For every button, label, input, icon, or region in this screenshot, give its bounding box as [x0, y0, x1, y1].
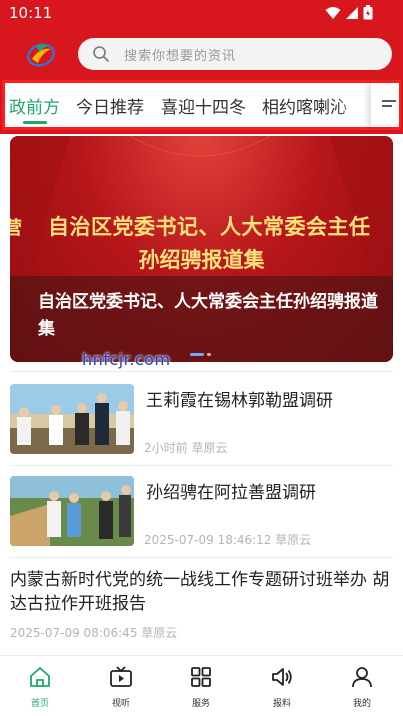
news-thumbnail — [10, 476, 134, 546]
battery-icon — [363, 5, 373, 20]
divider — [10, 557, 393, 558]
news-time: 2025-07-09 18:46:12 — [144, 533, 272, 547]
search-icon — [93, 46, 109, 62]
header: 10:11 搜索你想要的资讯 政前方 今日推荐 喜迎十四冬 相约喀喇沁 — [0, 0, 403, 134]
speaker-icon — [272, 668, 292, 686]
nav-label: 视听 — [111, 699, 130, 709]
nav-label: 首页 — [30, 699, 49, 709]
app-logo-icon[interactable] — [24, 37, 58, 71]
banner-image-text-fragment: 营 — [10, 218, 22, 239]
nav-services[interactable]: 服务 — [161, 656, 241, 716]
news-thumbnail — [10, 384, 134, 454]
news-meta: 2小时前 草原云 — [144, 439, 227, 456]
nav-label: 报料 — [272, 699, 291, 709]
news-item[interactable]: 王莉霞在锡林郭勒盟调研 2小时前 草原云 — [10, 384, 393, 456]
tv-icon — [110, 666, 132, 687]
banner-image-subheadline: 孙绍骋报道集 — [138, 248, 265, 272]
watermark: hnfcjr.com — [82, 350, 171, 369]
nav-label: 我的 — [352, 699, 371, 709]
nav-label: 服务 — [191, 699, 210, 709]
status-icons — [325, 5, 373, 20]
divider — [10, 465, 393, 466]
banner-image-headline: 自治区党委书记、人大常委会主任 — [48, 215, 371, 239]
news-source: 草原云 — [275, 533, 312, 547]
channel-menu-button[interactable] — [371, 83, 399, 127]
status-time: 10:11 — [9, 4, 53, 22]
tab-strip: 政前方 今日推荐 喜迎十四冬 相约喀喇沁 — [5, 83, 369, 127]
divider — [10, 371, 393, 372]
text-news-meta: 2025-07-09 08:06:45 草原云 — [10, 624, 177, 641]
search-input[interactable]: 搜索你想要的资讯 — [124, 45, 236, 64]
status-bar: 10:11 — [0, 0, 403, 28]
bottom-navigation: 首页 视听 服务 报料 我的 — [0, 655, 403, 716]
user-icon — [352, 667, 372, 688]
app-screen: 10:11 搜索你想要的资讯 政前方 今日推荐 喜迎十四冬 相约喀喇沁 营 自治… — [0, 0, 403, 716]
channel-tabs: 政前方 今日推荐 喜迎十四冬 相约喀喇沁 — [2, 80, 401, 130]
grid-icon — [191, 667, 211, 687]
news-time: 2小时前 — [144, 441, 188, 455]
carousel-dot-active[interactable] — [190, 353, 204, 356]
news-title[interactable]: 孙绍骋在阿拉善盟调研 — [146, 478, 316, 503]
tab-recommend[interactable]: 今日推荐 — [76, 93, 144, 118]
news-source: 草原云 — [191, 441, 228, 455]
news-time: 2025-07-09 08:06:45 — [10, 626, 138, 640]
news-item[interactable]: 孙绍骋在阿拉善盟调研 2025-07-09 18:46:12 草原云 — [10, 476, 393, 548]
text-news-title[interactable]: 内蒙古新时代党的统一战线工作专题研讨班举办 胡达古拉作开班报告 — [10, 568, 390, 616]
nav-profile[interactable]: 我的 — [322, 656, 402, 716]
nav-video[interactable]: 视听 — [81, 656, 161, 716]
tab-zhengqianfang[interactable]: 政前方 — [9, 93, 60, 118]
news-title[interactable]: 王莉霞在锡林郭勒盟调研 — [146, 386, 333, 411]
nav-report[interactable]: 报料 — [242, 656, 322, 716]
news-meta: 2025-07-09 18:46:12 草原云 — [144, 531, 311, 548]
news-source: 草原云 — [141, 626, 178, 640]
banner-carousel[interactable]: 营 自治区党委书记、人大常委会主任 孙绍骋报道集 自治区党委书记、人大常委会主任… — [10, 136, 393, 362]
wifi-icon — [325, 6, 341, 19]
menu-icon — [382, 100, 396, 107]
carousel-dot[interactable] — [207, 353, 211, 356]
search-bar[interactable]: 搜索你想要的资讯 — [78, 38, 392, 70]
home-icon — [30, 667, 50, 687]
nav-home[interactable]: 首页 — [0, 656, 80, 716]
banner-caption[interactable]: 自治区党委书记、人大常委会主任孙绍骋报道集 — [38, 289, 393, 343]
carousel-dots — [190, 353, 211, 356]
tabs-fade — [335, 83, 369, 127]
signal-icon — [346, 6, 358, 19]
active-tab-indicator — [23, 121, 47, 124]
tab-fourteenth-games[interactable]: 喜迎十四冬 — [161, 93, 246, 118]
